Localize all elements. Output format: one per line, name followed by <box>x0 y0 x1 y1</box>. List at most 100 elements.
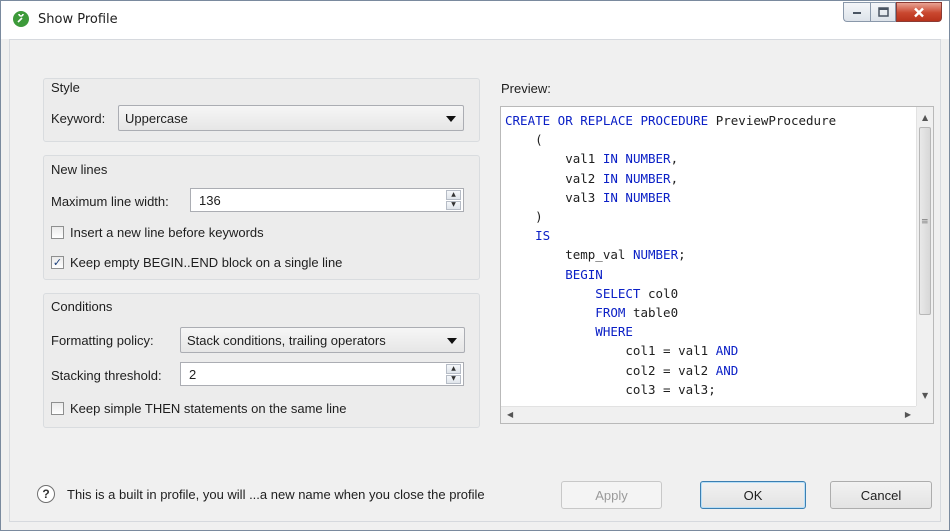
code-keyword: AND <box>715 362 739 378</box>
code-text: ) <box>505 209 543 225</box>
max-width-stepper[interactable]: 136 ▲ ▼ <box>190 188 464 212</box>
threshold-spin-buttons: ▲ ▼ <box>446 364 461 384</box>
scroll-right-icon[interactable]: ▶ <box>905 410 911 419</box>
code-line: CREATE OR REPLACE PROCEDURE PreviewProce… <box>505 111 909 130</box>
horizontal-scrollbar[interactable]: ◀ ▶ <box>501 406 917 423</box>
code-keyword: BEGIN <box>505 266 603 282</box>
chevron-down-icon <box>447 338 457 344</box>
code-text: val2 <box>505 170 603 186</box>
policy-label: Formatting policy: <box>51 333 154 348</box>
keep-simple-checkbox[interactable] <box>51 402 64 415</box>
code-keyword: WHERE <box>505 324 633 340</box>
spin-up-icon[interactable]: ▲ <box>446 364 461 374</box>
code-keyword: IN NUMBER <box>602 151 671 167</box>
spin-up-icon[interactable]: ▲ <box>446 190 461 200</box>
keep-simple-label: Keep simple THEN statements on the same … <box>70 401 347 416</box>
code-keyword: AND <box>715 343 739 359</box>
code-text: , <box>670 151 679 167</box>
keyword-select-value: Uppercase <box>125 111 188 126</box>
code-keyword: IS <box>505 228 551 244</box>
code-text: table0 <box>625 305 679 321</box>
scroll-corner <box>916 406 933 423</box>
apply-button[interactable]: Apply <box>561 481 662 509</box>
code-keyword: IN NUMBER <box>602 189 671 205</box>
new-lines-group-title: New lines <box>51 162 108 177</box>
ok-button[interactable]: OK <box>700 481 806 509</box>
code-text: PreviewProcedure <box>708 113 837 128</box>
code-text: val1 <box>505 151 603 167</box>
app-logo-icon <box>13 11 29 27</box>
preview-pane[interactable]: CREATE OR REPLACE PROCEDURE PreviewProce… <box>500 106 934 424</box>
code-text: , <box>670 170 679 186</box>
code-line: col2 = val2 AND <box>505 361 909 380</box>
preview-code: CREATE OR REPLACE PROCEDURE PreviewProce… <box>505 111 909 401</box>
dialog-content: Style Keyword: Uppercase New lines Maxim… <box>9 39 941 522</box>
code-line: FROM table0 <box>505 303 909 322</box>
code-line: ) <box>505 207 909 226</box>
maximize-icon <box>877 7 889 17</box>
code-text: ; <box>678 247 686 263</box>
preview-label: Preview: <box>501 81 551 96</box>
code-text: col2 = val2 <box>505 362 716 378</box>
spin-down-icon[interactable]: ▼ <box>446 200 461 210</box>
minimize-icon <box>853 12 861 14</box>
scroll-up-icon[interactable]: ▲ <box>922 113 928 122</box>
maximize-button[interactable] <box>870 2 896 22</box>
code-text: col3 = val3; <box>505 381 716 397</box>
code-line: temp_val NUMBER; <box>505 245 909 264</box>
scroll-left-icon[interactable]: ◀ <box>507 410 513 419</box>
close-icon <box>914 7 924 17</box>
code-keyword: IN NUMBER <box>602 170 671 186</box>
code-line: IS <box>505 226 909 245</box>
minimize-button[interactable] <box>843 2 870 22</box>
window-title: Show Profile <box>38 12 118 27</box>
max-width-value: 136 <box>199 193 221 208</box>
insert-newline-option[interactable]: Insert a new line before keywords <box>51 225 264 240</box>
scroll-down-icon[interactable]: ▼ <box>922 391 928 400</box>
keep-empty-checkbox[interactable]: ✓ <box>51 256 64 269</box>
formatting-policy-value: Stack conditions, trailing operators <box>187 333 386 348</box>
vertical-scrollbar[interactable]: ▲ ≡ ▼ <box>916 107 933 407</box>
keep-empty-label: Keep empty BEGIN..END block on a single … <box>70 255 343 270</box>
code-text: temp_val <box>505 247 633 263</box>
code-line: SELECT col0 <box>505 284 909 303</box>
grip-icon: ≡ <box>921 217 929 227</box>
keyword-label: Keyword: <box>51 111 106 126</box>
keep-empty-option[interactable]: ✓ Keep empty BEGIN..END block on a singl… <box>51 255 342 270</box>
code-keyword: SELECT <box>505 285 641 301</box>
code-line: DELETE FROM tbl0; <box>505 399 909 401</box>
formatting-policy-select[interactable]: Stack conditions, trailing operators <box>180 327 465 353</box>
code-line: col1 = val1 AND <box>505 341 909 360</box>
spin-down-icon[interactable]: ▼ <box>446 374 461 384</box>
code-text: col0 <box>640 285 679 301</box>
code-keyword: FROM <box>505 305 626 321</box>
title-bar: Show Profile <box>1 1 949 39</box>
window-controls <box>843 2 942 22</box>
dialog-window: Show Profile Style Keyword: Uppercase Ne… <box>0 0 950 531</box>
conditions-group-title: Conditions <box>51 299 113 314</box>
insert-newline-label: Insert a new line before keywords <box>70 225 264 240</box>
code-text: col1 = val1 <box>505 343 716 359</box>
cancel-button[interactable]: Cancel <box>830 481 932 509</box>
stacking-threshold-stepper[interactable]: 2 ▲ ▼ <box>180 362 464 386</box>
chevron-down-icon <box>446 116 456 122</box>
max-width-label: Maximum line width: <box>51 194 169 209</box>
max-width-spin-buttons: ▲ ▼ <box>446 190 461 210</box>
keep-simple-option[interactable]: Keep simple THEN statements on the same … <box>51 401 347 416</box>
code-text: val3 <box>505 189 603 205</box>
style-group-title: Style <box>51 80 80 95</box>
code-text: ( <box>505 132 543 148</box>
code-line: BEGIN <box>505 265 909 284</box>
profile-message: This is a built in profile, you will ...… <box>67 487 485 502</box>
insert-newline-checkbox[interactable] <box>51 226 64 239</box>
keyword-select[interactable]: Uppercase <box>118 105 464 131</box>
help-icon[interactable]: ? <box>37 485 55 503</box>
code-keyword: CREATE OR REPLACE PROCEDURE <box>505 113 709 128</box>
close-button[interactable] <box>896 2 942 22</box>
code-line: WHERE <box>505 322 909 341</box>
threshold-label: Stacking threshold: <box>51 368 162 383</box>
code-line: ( <box>505 130 909 149</box>
code-keyword: NUMBER <box>632 247 679 263</box>
threshold-value: 2 <box>189 367 197 382</box>
code-line: val3 IN NUMBER <box>505 188 909 207</box>
